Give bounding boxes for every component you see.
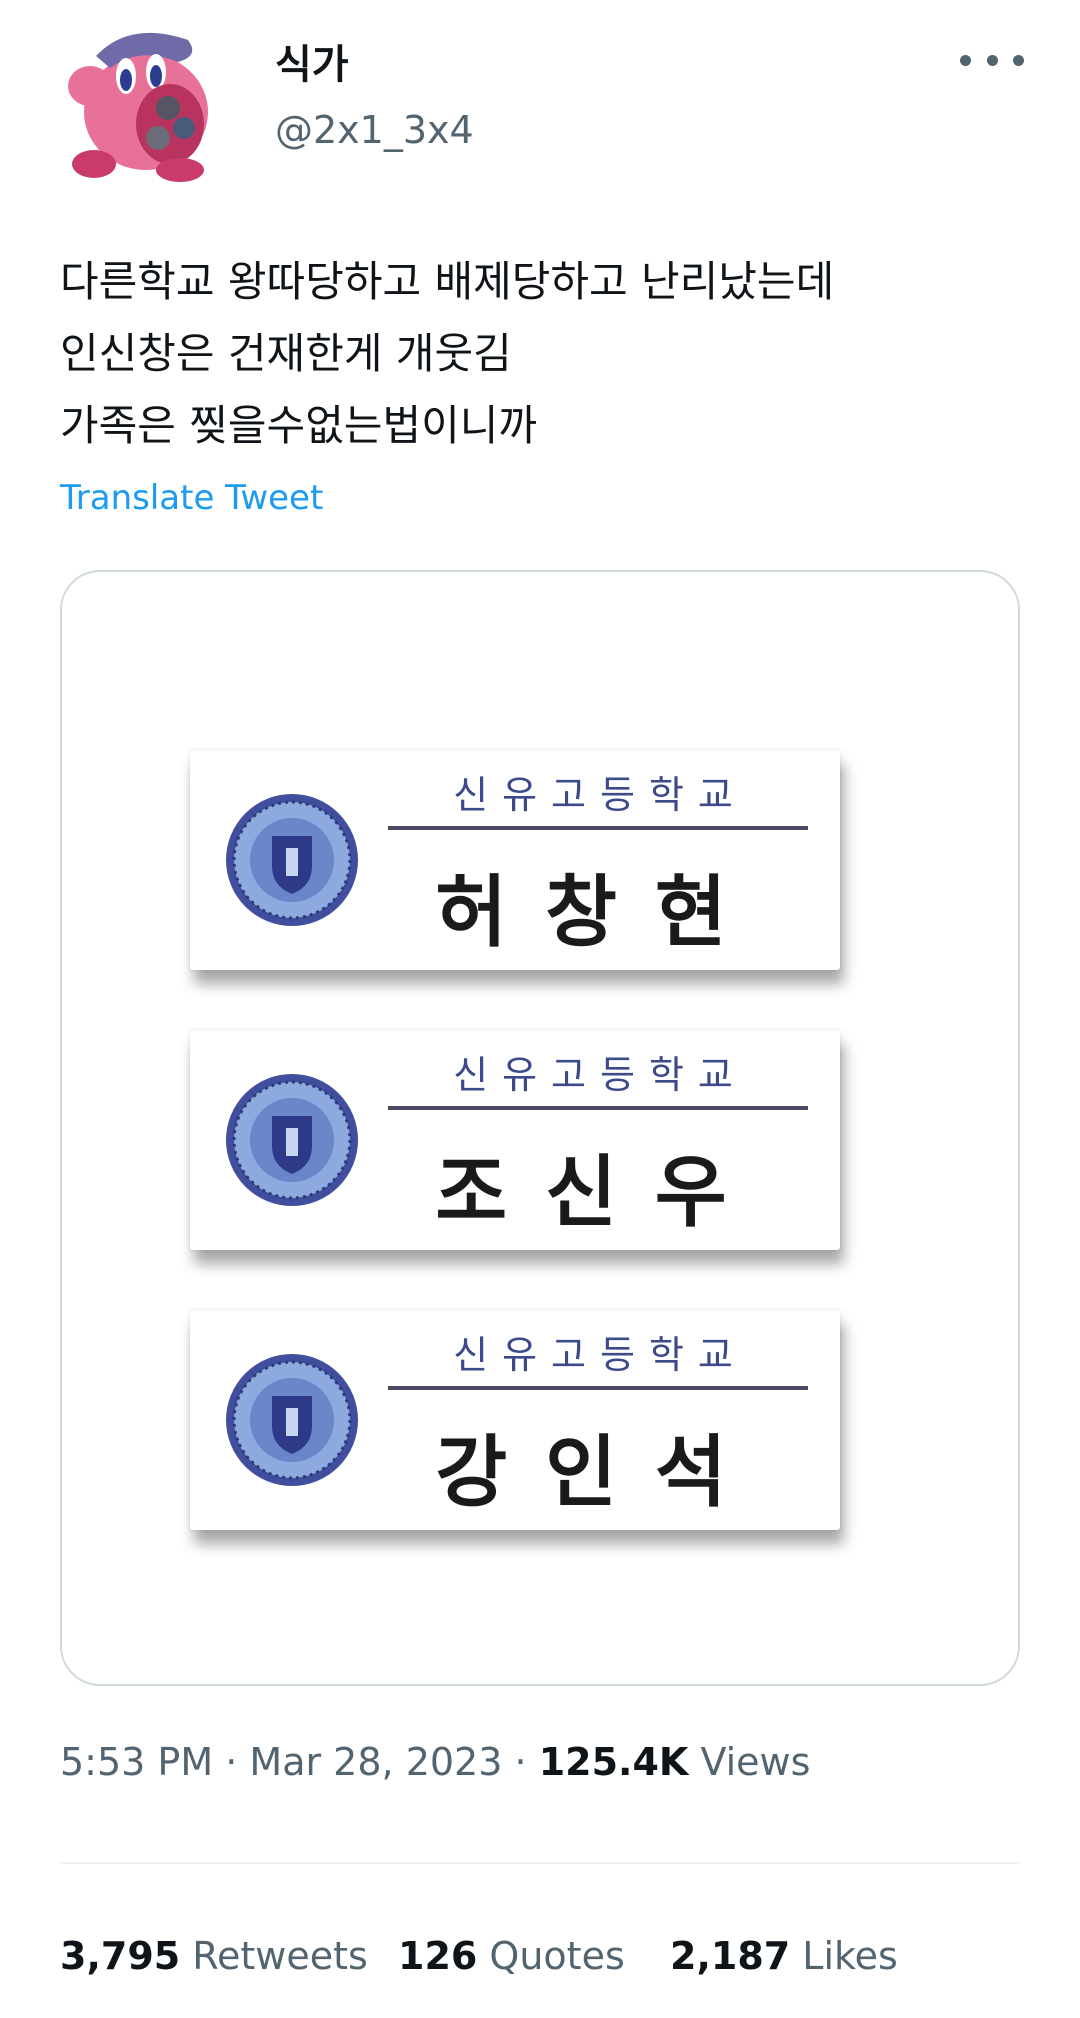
tweet-meta: 5:53 PM · Mar 28, 2023 · 125.4K Views [60, 1740, 810, 1784]
nametag: 신유고등학교 허창현 [190, 750, 840, 970]
translate-tweet-link[interactable]: Translate Tweet [60, 478, 323, 518]
tweet-time[interactable]: 5:53 PM [60, 1740, 213, 1784]
meta-separator: · [225, 1740, 238, 1784]
student-name: 강인석 [435, 1428, 765, 1518]
quotes-stat[interactable]: 126 Quotes [398, 1934, 625, 1978]
school-name: 신유고등학교 [453, 1333, 747, 1377]
tweet-text: 다른학교 왕따당하고 배제당하고 난리났는데 인신창은 건재한게 개웃김 가족은… [60, 246, 1020, 462]
views-label: Views [700, 1740, 811, 1784]
quotes-label: Quotes [489, 1934, 625, 1978]
tweet-date[interactable]: Mar 28, 2023 [249, 1740, 502, 1784]
likes-count: 2,187 [670, 1934, 791, 1978]
divider-line [388, 826, 808, 830]
divider-line [388, 1106, 808, 1110]
nametag: 신유고등학교 강인석 [190, 1310, 840, 1530]
student-name: 조신우 [435, 1148, 765, 1238]
more-dot [1013, 54, 1024, 66]
school-seal-icon [222, 1350, 362, 1490]
meta-separator: · [514, 1740, 527, 1784]
school-seal-icon [222, 790, 362, 930]
handle[interactable]: @2x1_3x4 [275, 108, 474, 152]
divider-line [388, 1386, 808, 1390]
tweet-line: 가족은 찢을수없는법이니까 [60, 401, 538, 450]
divider [60, 1862, 1020, 1864]
student-name: 허창현 [435, 868, 765, 958]
school-seal-icon [222, 1070, 362, 1210]
likes-label: Likes [802, 1934, 898, 1978]
retweets-stat[interactable]: 3,795 Retweets [60, 1934, 368, 1978]
tweet-header: 식가 @2x1_3x4 [0, 0, 1080, 190]
more-dot [986, 54, 998, 66]
nametag: 신유고등학교 조신우 [190, 1030, 840, 1250]
school-name: 신유고등학교 [453, 1053, 747, 1097]
retweets-label: Retweets [192, 1934, 368, 1978]
likes-stat[interactable]: 2,187 Likes [670, 1934, 898, 1978]
more-horizontal-icon[interactable] [960, 40, 1024, 80]
tweet-line: 인신창은 건재한게 개웃김 [60, 329, 512, 378]
tweet-media-image[interactable]: 신유고등학교 허창현 신유고등학교 조신우 신유고등학교 강인석 [60, 570, 1020, 1686]
display-name[interactable]: 식가 [275, 32, 349, 90]
avatar[interactable] [60, 16, 228, 184]
school-name: 신유고등학교 [453, 773, 747, 817]
views-count: 125.4K [538, 1740, 689, 1784]
quotes-count: 126 [398, 1934, 478, 1978]
retweets-count: 3,795 [60, 1934, 181, 1978]
more-dot [960, 54, 971, 66]
tweet-line: 다른학교 왕따당하고 배제당하고 난리났는데 [60, 257, 835, 306]
